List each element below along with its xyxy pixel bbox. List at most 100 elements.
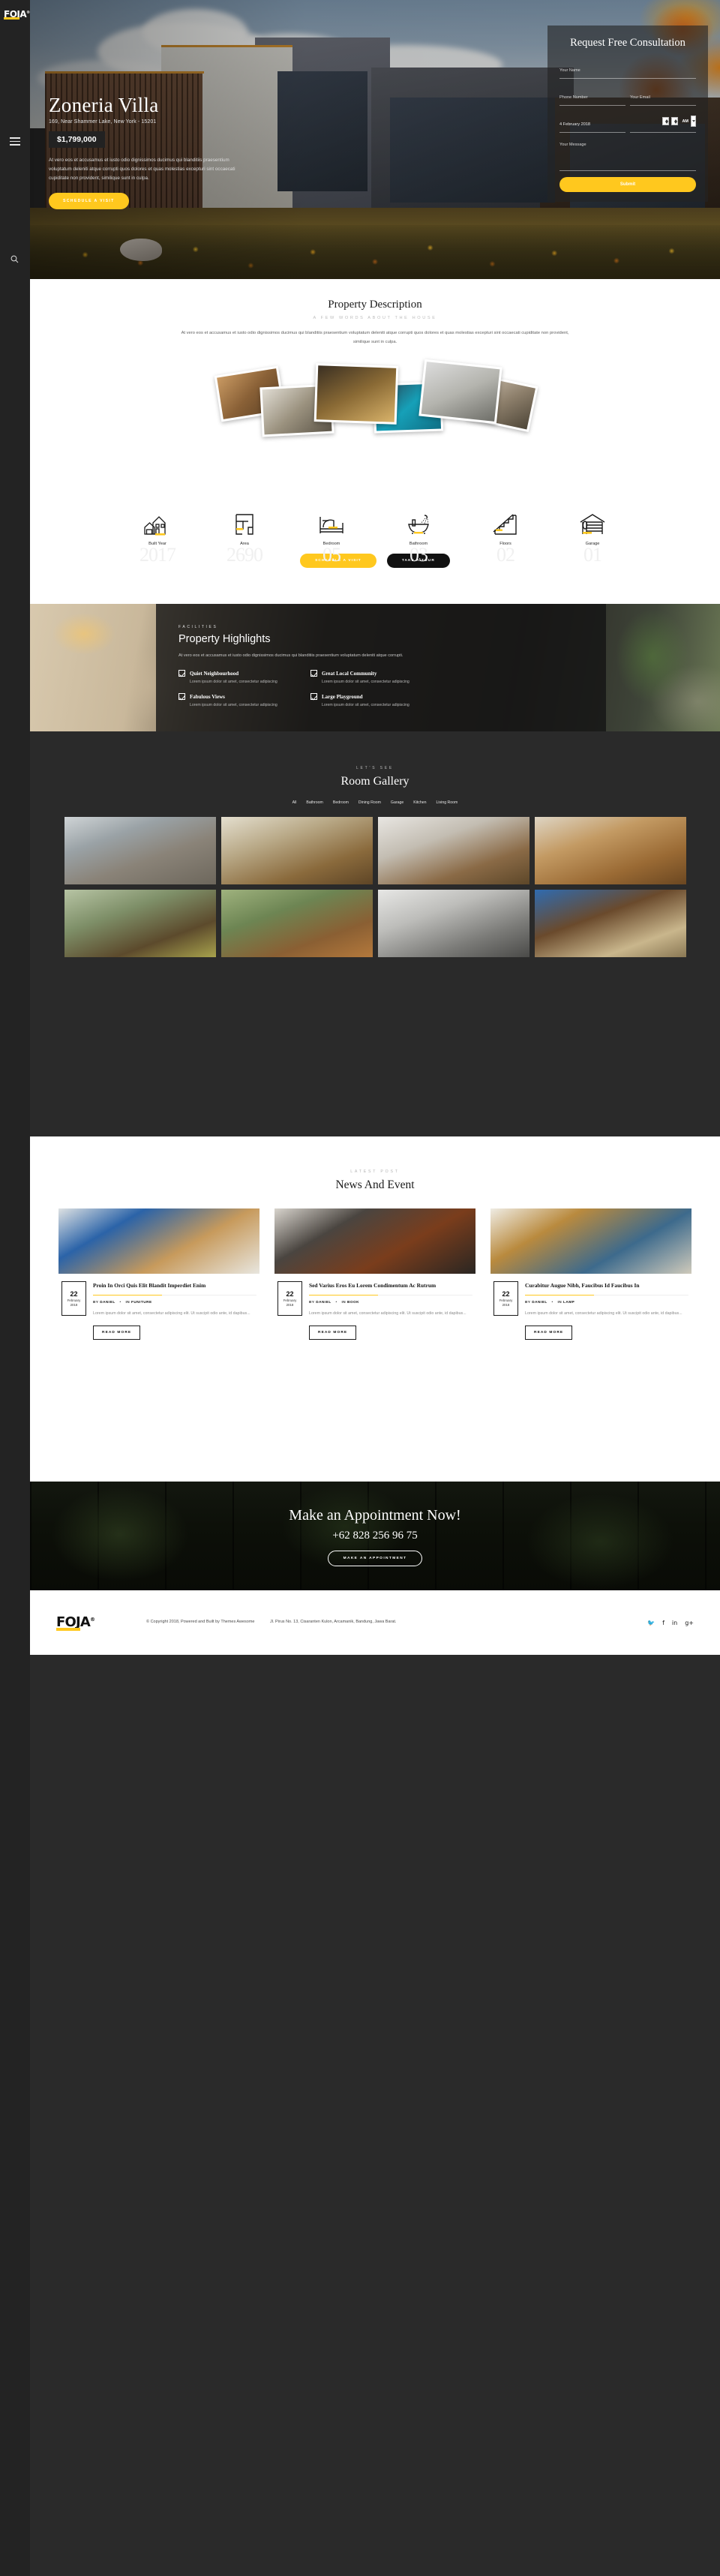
- read-more-button[interactable]: READ MORE: [525, 1325, 573, 1340]
- gallery-filter-bathroom[interactable]: Bathroom: [306, 800, 323, 805]
- post-excerpt: Lorem ipsum dolor sit amet, consectetur …: [93, 1311, 250, 1317]
- twitter-icon[interactable]: 🐦: [647, 1620, 655, 1626]
- hour-stepper[interactable]: [662, 117, 670, 126]
- post-category[interactable]: FUNITURE: [131, 1300, 152, 1304]
- property-price: $1,799,000: [49, 131, 105, 149]
- site-logo[interactable]: FOJA®: [4, 8, 30, 21]
- post-category[interactable]: LAMP: [563, 1300, 574, 1304]
- meridiem-label: AM: [682, 119, 688, 124]
- search-icon[interactable]: [10, 255, 19, 263]
- highlight-item: Fabulous Views Lorem ipsum dolor sit ame…: [178, 693, 294, 709]
- post-date: 22 February 2018: [62, 1281, 86, 1316]
- gallery-tile-garage-exterior[interactable]: [534, 890, 686, 957]
- message-input[interactable]: [560, 143, 696, 164]
- gallery-tile-dining-room-table[interactable]: [220, 817, 373, 884]
- gallery-filter-garage[interactable]: Garage: [391, 800, 404, 805]
- read-more-button[interactable]: READ MORE: [93, 1325, 141, 1340]
- feature-built-year: 2017 Built Year: [126, 511, 189, 566]
- bed-icon: [300, 511, 363, 536]
- highlights-list: Quiet Neighbourhood Lorem ipsum dolor si…: [178, 670, 426, 709]
- check-icon: [178, 693, 185, 701]
- collage-photo[interactable]: [418, 359, 502, 425]
- schedule-visit-button[interactable]: SCHEDULE A VISIT: [49, 193, 129, 210]
- gallery-filter-dining-room[interactable]: Dining Room: [358, 800, 381, 805]
- googleplus-icon[interactable]: g+: [685, 1620, 694, 1626]
- room-gallery-section: LET'S SEE Room Gallery All Bathroom Bedr…: [30, 731, 720, 1136]
- feature-value: 03: [410, 544, 428, 566]
- footer-social-links: 🐦 f in g+: [647, 1620, 694, 1626]
- submit-button[interactable]: Submit: [560, 177, 696, 193]
- name-input[interactable]: [560, 68, 696, 74]
- minute-stepper[interactable]: [671, 117, 679, 126]
- feature-label: Built Year: [148, 542, 166, 546]
- gallery-filter-kitchen[interactable]: Kitchen: [413, 800, 426, 805]
- post-year: 2018: [502, 1302, 510, 1307]
- news-thumbnail[interactable]: [58, 1208, 260, 1274]
- feature-garage: 01 Garage: [561, 511, 624, 566]
- gallery-filter-living-room[interactable]: Living Room: [436, 800, 458, 805]
- post-year: 2018: [70, 1302, 78, 1307]
- footer-logo-underline: [56, 1627, 80, 1631]
- property-description-section: Property Description A FEW WORDS ABOUT T…: [30, 279, 720, 506]
- news-card: 22 February 2018 Proin In Orci Quis Elit…: [58, 1208, 260, 1340]
- chevron-down-icon[interactable]: [691, 116, 696, 128]
- news-thumbnail[interactable]: [274, 1208, 476, 1274]
- gallery-tile-living-room-fireplace[interactable]: [64, 817, 216, 884]
- post-category[interactable]: BOOK: [347, 1300, 359, 1304]
- highlight-desc: Lorem ipsum dolor sit amet, consectetur …: [190, 680, 278, 685]
- facebook-icon[interactable]: f: [662, 1620, 664, 1626]
- post-title[interactable]: Curabitur Augue Nibh, Faucibus Id Faucib…: [525, 1281, 688, 1290]
- make-appointment-button[interactable]: MAKE AN APPOINTMENT: [327, 1551, 423, 1566]
- gallery-filter-bedroom[interactable]: Bedroom: [333, 800, 349, 805]
- gallery-tile-living-room-sofa[interactable]: [534, 817, 686, 884]
- check-icon: [178, 670, 185, 677]
- email-input[interactable]: [630, 95, 696, 101]
- hamburger-icon[interactable]: [10, 135, 20, 148]
- gallery-filter-all[interactable]: All: [292, 800, 297, 805]
- footer-address: Jl. Pirus No. 13, Cisaranten Kulon, Arca…: [270, 1620, 397, 1625]
- linkedin-icon[interactable]: in: [672, 1620, 677, 1626]
- post-title[interactable]: Sed Varius Eros Eu Lorem Condimentum Ac …: [309, 1281, 472, 1290]
- feature-label: Bathroom: [409, 542, 428, 546]
- highlight-item: Large Playground Lorem ipsum dolor sit a…: [310, 693, 426, 709]
- date-input[interactable]: [560, 122, 626, 128]
- feature-area: 2690 Area: [213, 511, 276, 566]
- property-address: 169, Near Shammer Lake, New York - 15201: [49, 119, 157, 125]
- divider: [309, 1295, 472, 1296]
- left-sidebar: FOJA®: [0, 0, 30, 2576]
- highlight-desc: Lorem ipsum dolor sit amet, consectetur …: [190, 703, 278, 708]
- post-author[interactable]: DANIEL: [100, 1300, 115, 1304]
- read-more-button[interactable]: READ MORE: [309, 1325, 357, 1340]
- gallery-tile-kitchen-counter[interactable]: [377, 817, 530, 884]
- meta-separator: •: [335, 1300, 338, 1305]
- floorplan-icon: [213, 511, 276, 536]
- logo-registered: ®: [26, 11, 30, 15]
- highlight-title: Fabulous Views: [190, 693, 225, 700]
- footer-logo[interactable]: FOJA®: [56, 1615, 146, 1631]
- date-field-wrap: [560, 112, 626, 134]
- post-title[interactable]: Proin In Orci Quis Elit Blandit Imperdie…: [93, 1281, 256, 1290]
- meta-separator: •: [119, 1300, 122, 1305]
- post-author[interactable]: DANIEL: [316, 1300, 331, 1304]
- gallery-grid: [30, 817, 720, 957]
- gallery-tile-bedroom-glass-wall[interactable]: [220, 890, 373, 957]
- feature-value: 02: [496, 544, 515, 566]
- check-icon: [310, 670, 317, 677]
- name-field-wrap: [560, 58, 696, 80]
- collage-photo[interactable]: [314, 363, 399, 425]
- phone-input[interactable]: [560, 95, 626, 101]
- appointment-phone[interactable]: +62 828 256 96 75: [30, 1530, 720, 1542]
- email-field-wrap: [630, 85, 696, 107]
- gallery-tile-bathroom-forest-view[interactable]: [64, 890, 216, 957]
- gallery-tile-bathroom-tub[interactable]: [377, 890, 530, 957]
- check-icon: [310, 693, 317, 701]
- hero-section: Zoneria Villa 169, Near Shammer Lake, Ne…: [30, 0, 720, 279]
- section-subtitle-description: A FEW WORDS ABOUT THE HOUSE: [313, 316, 437, 320]
- consultation-form: Request Free Consultation AM: [548, 26, 708, 203]
- phone-field-wrap: [560, 85, 626, 107]
- highlights-body: At vero eos et accusamus et iusto odio d…: [178, 653, 404, 658]
- feature-value: 05: [322, 544, 341, 566]
- news-thumbnail[interactable]: [490, 1208, 692, 1274]
- news-and-event-section: LATEST POST News And Event 22 February 2…: [30, 1136, 720, 1482]
- post-author[interactable]: DANIEL: [532, 1300, 547, 1304]
